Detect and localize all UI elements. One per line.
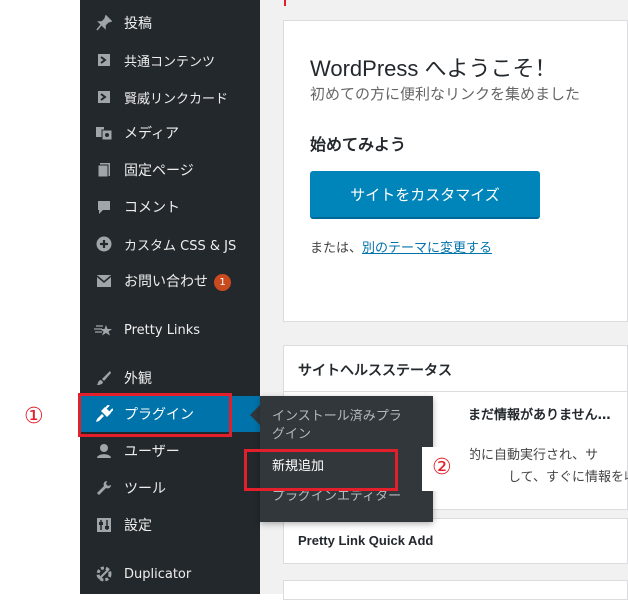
menu-settings[interactable]: 設定 <box>80 507 260 543</box>
pin-icon <box>94 13 114 33</box>
comment-icon <box>94 197 114 217</box>
menu-tools[interactable]: ツール <box>80 470 260 506</box>
welcome-panel: WordPress へようこそ！ 初めての方に便利なリンクを集めました 始めてみ… <box>283 20 628 322</box>
next-panel <box>283 580 628 600</box>
menu-label: 固定ページ <box>124 163 194 179</box>
change-theme-link[interactable]: 別のテーマに変更する <box>362 241 492 256</box>
menu-label: 外観 <box>124 371 152 387</box>
menu-label: 賢威リンクカード <box>124 91 229 107</box>
menu-label: 共通コンテンツ <box>124 54 216 70</box>
page-icon <box>94 160 114 180</box>
submenu-label: インストール済みプラ <box>272 409 402 424</box>
menu-users[interactable]: ユーザー <box>80 433 260 469</box>
contact-label: お問い合わせ <box>124 274 208 290</box>
welcome-title: WordPress へようこそ！ <box>310 56 557 81</box>
wrench-icon <box>94 478 114 498</box>
top-edge-marker <box>284 0 286 6</box>
highlight-box-plugins <box>78 393 232 437</box>
site-health-header[interactable]: サイトヘルスステータス <box>284 346 627 392</box>
menu-label: お問い合わせ 1 <box>124 271 231 291</box>
site-health-title: サイトヘルスステータス <box>298 363 452 379</box>
menu-duplicator[interactable]: Duplicator <box>80 556 260 592</box>
settings-icon <box>94 515 114 535</box>
health-no-data-text: まだ情報がありません… <box>468 408 611 423</box>
menu-label: カスタム CSS & JS <box>124 238 237 254</box>
menu-label: 投稿 <box>124 16 152 32</box>
submenu-installed-plugins[interactable]: インストール済みプラ グイン <box>272 408 402 444</box>
menu-label: ツール <box>124 481 166 497</box>
or-text: または、 <box>310 241 363 256</box>
highlight-box-add-new <box>244 449 398 491</box>
plus-icon <box>94 234 114 254</box>
menu-media[interactable]: メディア <box>80 115 260 151</box>
menu-common-content[interactable]: 共通コンテンツ <box>80 42 260 78</box>
flyout-arrow <box>250 405 260 425</box>
menu-contact[interactable]: お問い合わせ 1 <box>80 263 260 299</box>
health-info-line: して、すぐに情報を収 <box>508 470 628 485</box>
menu-comments[interactable]: コメント <box>80 189 260 225</box>
star-icon <box>94 320 114 340</box>
block-icon <box>94 50 114 70</box>
annotation-two: ② <box>432 455 452 480</box>
annotation-one: ① <box>24 404 44 429</box>
mail-icon <box>94 271 114 291</box>
submenu-label: グイン <box>272 427 312 442</box>
user-icon <box>94 441 114 461</box>
menu-label: Duplicator <box>124 566 192 582</box>
menu-label: ユーザー <box>124 444 180 460</box>
brush-icon <box>94 368 114 388</box>
menu-link-card[interactable]: 賢威リンクカード <box>80 79 260 115</box>
admin-sidebar: 投稿 共通コンテンツ 賢威リンクカード メディア 固定ページ コメント カスタム… <box>80 0 260 594</box>
menu-label: Pretty Links <box>124 322 201 338</box>
media-icon <box>94 123 114 143</box>
quick-add-title: Pretty Link Quick Add <box>298 533 434 548</box>
alternate-theme-line: または、別のテーマに変更する <box>310 237 492 256</box>
menu-custom-css-js[interactable]: カスタム CSS & JS <box>80 226 260 262</box>
menu-posts[interactable]: 投稿 <box>80 5 260 41</box>
menu-label: コメント <box>124 200 180 216</box>
notification-badge: 1 <box>214 273 231 291</box>
health-info-line: 的に自動実行され、サ <box>468 448 599 463</box>
menu-pretty-links[interactable]: Pretty Links <box>80 312 260 348</box>
menu-appearance[interactable]: 外観 <box>80 360 260 396</box>
get-started-heading: 始めてみよう <box>310 135 407 154</box>
duplicator-icon <box>94 564 114 584</box>
welcome-subtitle: 初めての方に便利なリンクを集めました <box>310 85 581 103</box>
pretty-link-quick-add-panel[interactable]: Pretty Link Quick Add <box>283 518 628 564</box>
menu-label: メディア <box>124 126 180 142</box>
customize-site-button[interactable]: サイトをカスタマイズ <box>310 171 540 219</box>
menu-pages[interactable]: 固定ページ <box>80 152 260 188</box>
menu-label: 設定 <box>124 518 152 534</box>
block-icon <box>94 87 114 107</box>
